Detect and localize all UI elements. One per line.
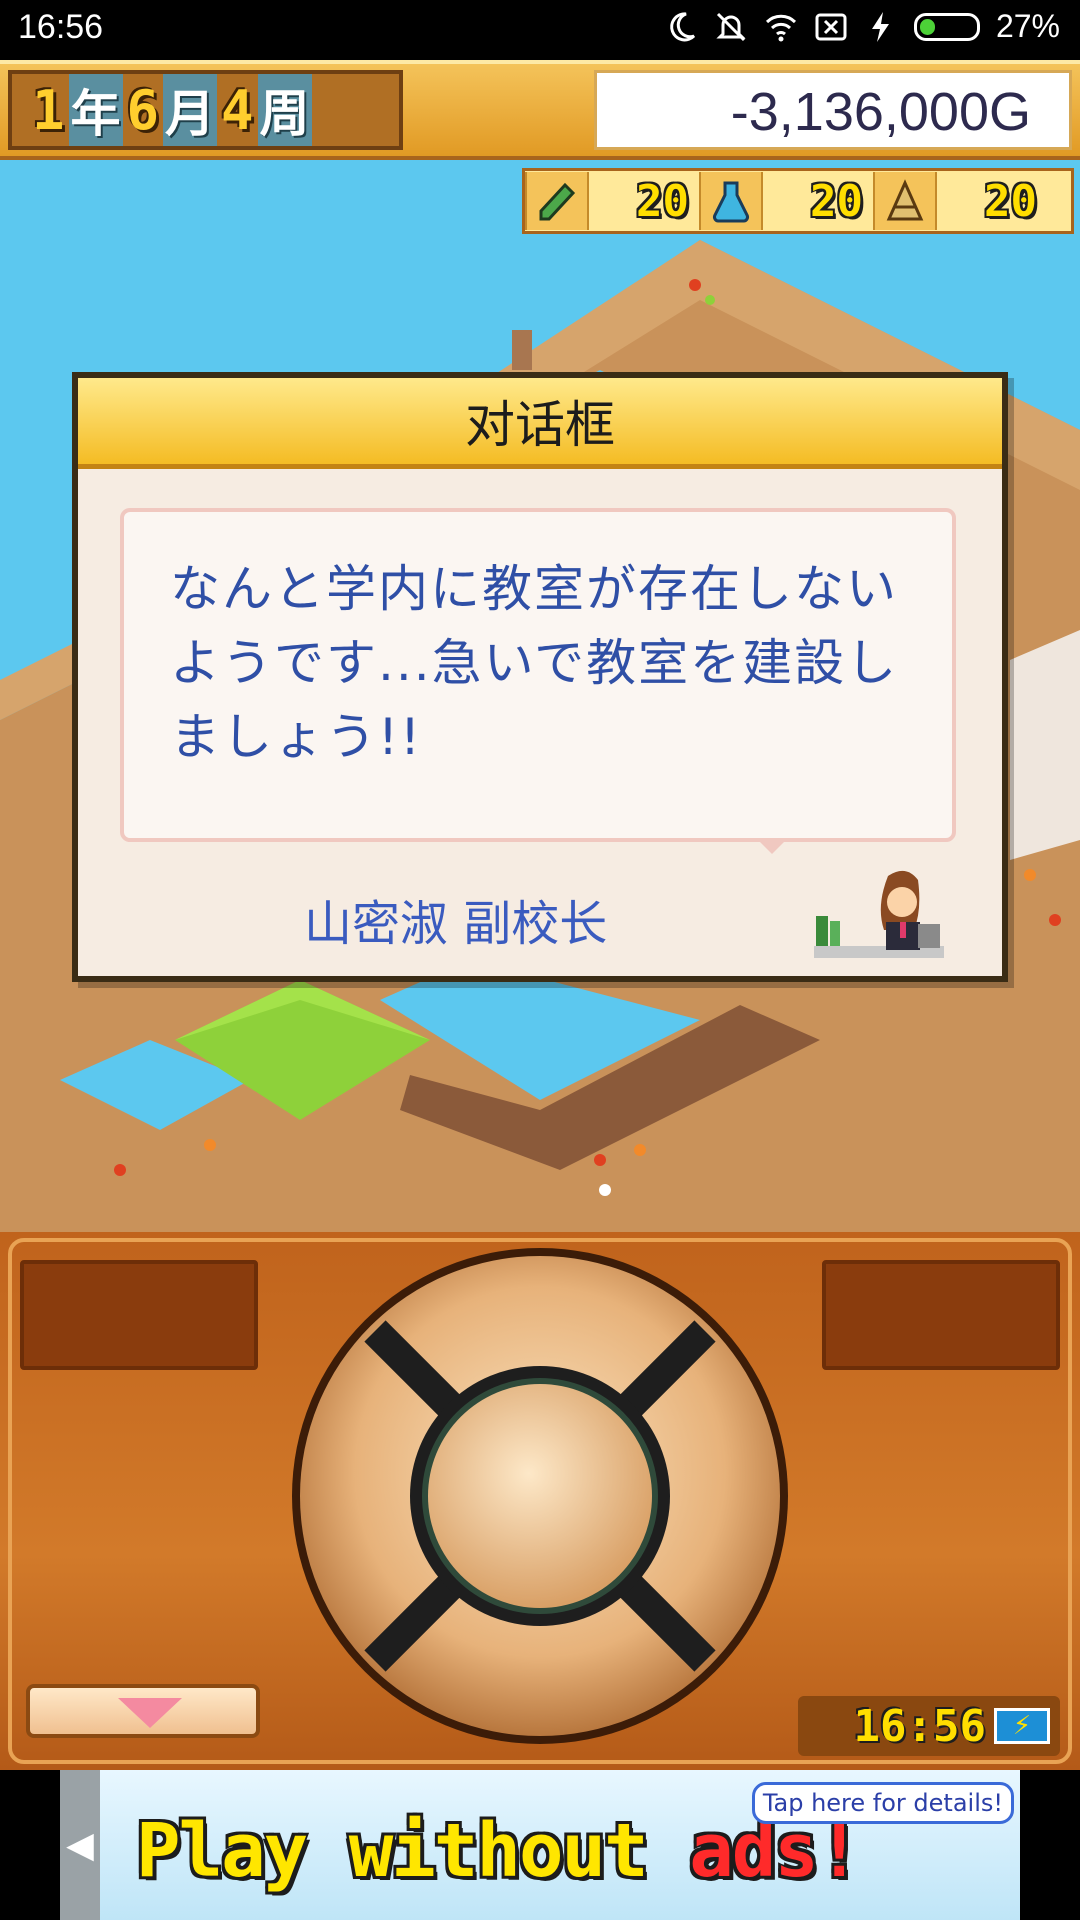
charging-battery-icon: ⚡ [994,1708,1050,1744]
moon-icon [670,11,696,41]
pencil-icon [525,172,589,230]
sim-off-icon [815,13,847,40]
left-action-button[interactable] [20,1260,258,1370]
bell-off-icon [716,12,746,41]
ad-headline: Play without ads! [136,1808,861,1894]
stat-value-pyramid: 20 [984,175,1037,227]
money-value: -3,136,000G [730,82,1031,142]
menu-toggle-button[interactable] [26,1684,260,1738]
status-time: 16:56 [18,8,104,46]
directional-pad[interactable] [290,1246,790,1746]
date-panel: 1 年 6 月 4 周 [8,70,403,150]
ad-banner-body[interactable]: ◀ Play without ads! Tap here for details… [60,1770,1020,1920]
game-header: 1 年 6 月 4 周 -3,136,000G [0,60,1080,160]
stat-value-flask: 20 [810,175,863,227]
week-label: 周 [257,74,312,146]
wifi-icon [765,14,797,41]
right-action-button[interactable] [822,1260,1060,1370]
ad-banner[interactable]: ◀ Play without ads! Tap here for details… [0,1770,1080,1920]
resource-stats: 20 20 20 [522,168,1074,234]
battery-percent: 27% [995,8,1060,44]
charging-bolt-icon [871,11,889,42]
speech-bubble-tail [758,840,786,854]
down-arrow-icon [118,1698,182,1728]
speech-bubble: なんと学内に教室が存在しない ようです...急いで教室を建設し ましょう!! [120,508,956,842]
flask-icon [699,172,763,230]
ad-cta-button[interactable]: Tap here for details! [751,1782,1014,1824]
ad-arrow-left-icon[interactable]: ◀ [60,1770,100,1920]
dialog-message: なんと学内に教室が存在しない ようです...急いで教室を建設し ましょう!! [170,552,930,774]
dialog-title-bar: 对话框 [78,378,1002,469]
money-panel[interactable]: -3,136,000G [594,70,1072,150]
controller-panel: 16:56 ⚡ [0,1232,1080,1770]
battery-icon [913,12,980,41]
month-number: 6 [126,78,160,142]
status-icons: 27% [664,8,1060,45]
dialog-box[interactable]: 对话框 なんと学内に教室が存在しない ようです...急いで教室を建設し ましょう… [72,372,1008,982]
game-clock-time: 16:56 [853,1700,986,1752]
week-number: 4 [221,78,254,142]
month-label: 月 [163,74,218,146]
pyramid-icon [873,172,937,230]
dialog-line-1: なんと学内に教室が存在しない [170,560,898,618]
vice-principal-portrait [814,870,944,958]
year-number: 1 [32,78,65,142]
dialog-line-3: ましょう!! [170,708,423,766]
speaker-name: 山密淑 副校长 [304,896,608,952]
dialog-title: 对话框 [465,396,615,454]
stat-value-pencil: 20 [636,175,689,227]
ad-headline-part1: Play without [136,1808,690,1894]
game-clock: 16:56 ⚡ [798,1696,1060,1756]
dialog-line-2: ようです...急いで教室を建設し [170,634,899,692]
status-bar: 16:56 27% [0,0,1080,60]
year-label: 年 [68,74,123,146]
center-button[interactable] [428,1384,652,1608]
